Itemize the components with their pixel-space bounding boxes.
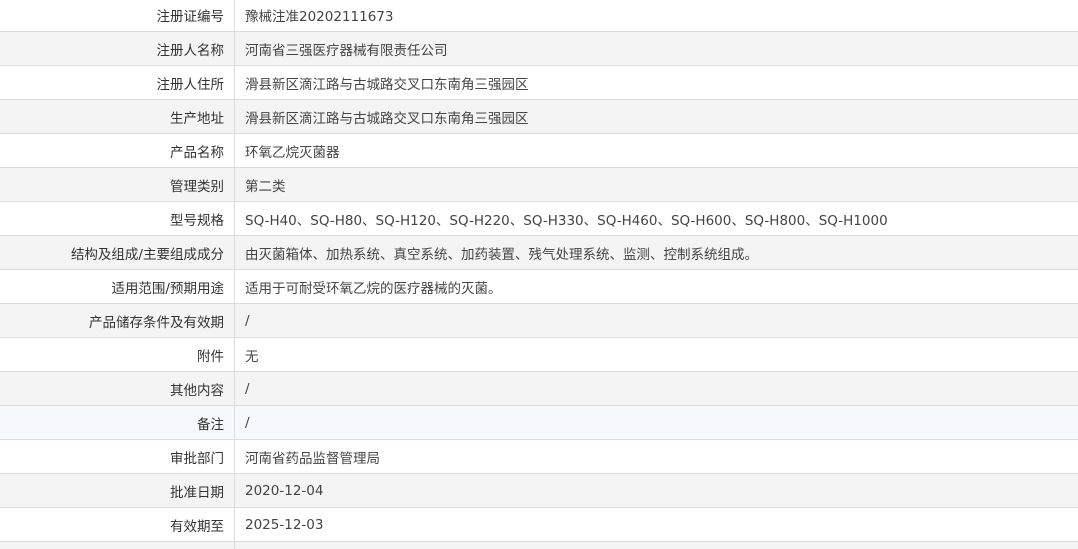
- field-label: 结构及组成/主要组成成分: [0, 235, 235, 270]
- row-production-address: 生产地址 滑县新区滴江路与古城路交叉口东南角三强园区: [0, 99, 1078, 134]
- row-attachment: 附件 无: [0, 337, 1078, 372]
- field-label: 审批部门: [0, 439, 235, 474]
- field-label: 其他内容: [0, 371, 235, 406]
- registration-detail-table: 注册证编号 豫械注准20202111673 注册人名称 河南省三强医疗器械有限责…: [0, 0, 1078, 549]
- field-label: 生产地址: [0, 99, 235, 134]
- field-label: 型号规格: [0, 201, 235, 236]
- field-label: 备注: [0, 405, 235, 440]
- field-label: 注册人住所: [0, 65, 235, 100]
- row-structure-composition: 结构及组成/主要组成成分 由灭菌箱体、加热系统、真空系统、加药装置、残气处理系统…: [0, 235, 1078, 270]
- row-intended-use: 适用范围/预期用途 适用于可耐受环氧乙烷的医疗器械的灭菌。: [0, 269, 1078, 304]
- field-value: 滑县新区滴江路与古城路交叉口东南角三强园区: [234, 99, 1078, 134]
- field-value: 第二类: [234, 167, 1078, 202]
- field-value: 适用于可耐受环氧乙烷的医疗器械的灭菌。: [234, 269, 1078, 304]
- row-approval-date: 批准日期 2020-12-04: [0, 473, 1078, 508]
- row-product-name: 产品名称 环氧乙烷灭菌器: [0, 133, 1078, 168]
- field-value: 无: [234, 337, 1078, 372]
- field-value: 2025-12-03: [234, 507, 1078, 542]
- row-registrant-name: 注册人名称 河南省三强医疗器械有限责任公司: [0, 31, 1078, 66]
- field-label: 批准日期: [0, 473, 235, 508]
- field-value: 滑县新区滴江路与古城路交叉口东南角三强园区: [234, 65, 1078, 100]
- field-label: 有效期至: [0, 507, 235, 542]
- field-value: SQ-H40、SQ-H80、SQ-H120、SQ-H220、SQ-H330、SQ…: [234, 201, 1078, 236]
- field-value: 环氧乙烷灭菌器: [234, 133, 1078, 168]
- row-model-spec: 型号规格 SQ-H40、SQ-H80、SQ-H120、SQ-H220、SQ-H3…: [0, 201, 1078, 236]
- field-label: 产品储存条件及有效期: [0, 303, 235, 338]
- row-registrant-address: 注册人住所 滑县新区滴江路与古城路交叉口东南角三强园区: [0, 65, 1078, 100]
- field-label: 注册证编号: [0, 0, 235, 32]
- field-label: 附件: [0, 337, 235, 372]
- row-registration-number: 注册证编号 豫械注准20202111673: [0, 0, 1078, 32]
- row-management-category: 管理类别 第二类: [0, 167, 1078, 202]
- field-value: /: [234, 303, 1078, 338]
- row-storage-validity: 产品储存条件及有效期 /: [0, 303, 1078, 338]
- row-approval-department: 审批部门 河南省药品监督管理局: [0, 439, 1078, 474]
- field-label: 产品名称: [0, 133, 235, 168]
- field-value: 河南省三强医疗器械有限责任公司: [234, 31, 1078, 66]
- field-value: [234, 541, 1078, 549]
- field-value: /: [234, 405, 1078, 440]
- field-value: 由灭菌箱体、加热系统、真空系统、加药装置、残气处理系统、监测、控制系统组成。: [234, 235, 1078, 270]
- field-value: 2020-12-04: [234, 473, 1078, 508]
- field-label: [0, 541, 235, 549]
- row-other-content: 其他内容 /: [0, 371, 1078, 406]
- row-valid-until: 有效期至 2025-12-03: [0, 507, 1078, 542]
- row-remarks: 备注 /: [0, 405, 1078, 440]
- row-partial: [0, 541, 1078, 549]
- field-value: 河南省药品监督管理局: [234, 439, 1078, 474]
- field-value: 豫械注准20202111673: [234, 0, 1078, 32]
- field-label: 注册人名称: [0, 31, 235, 66]
- field-label: 管理类别: [0, 167, 235, 202]
- field-value: /: [234, 371, 1078, 406]
- field-label: 适用范围/预期用途: [0, 269, 235, 304]
